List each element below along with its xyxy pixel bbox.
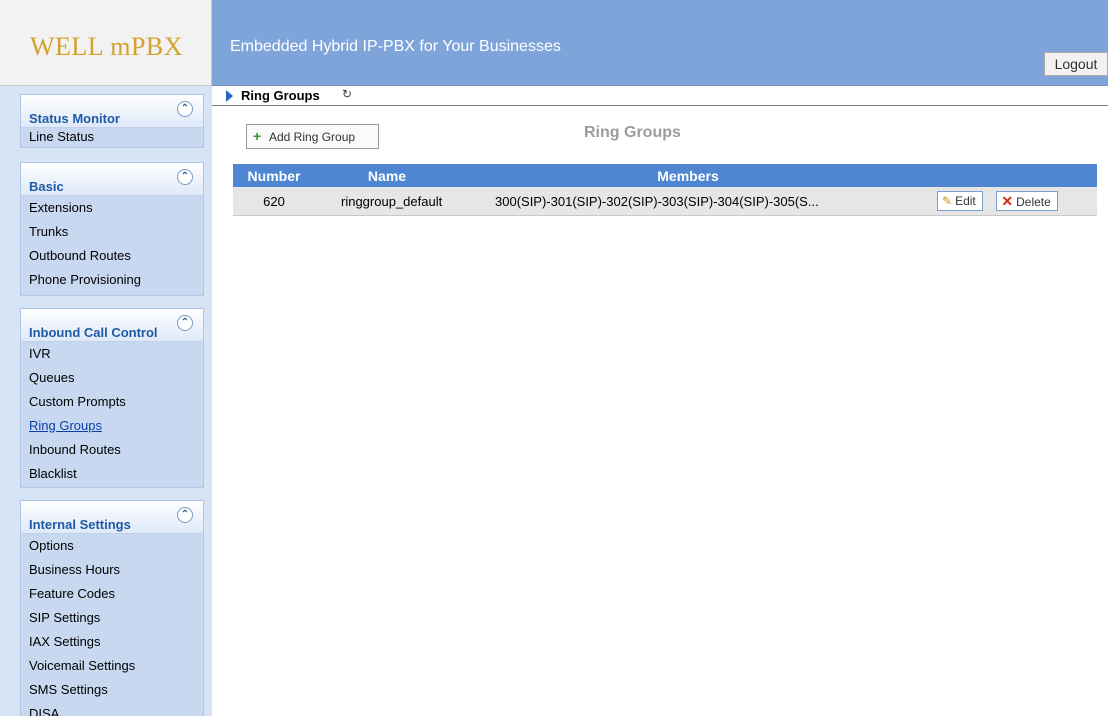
row-name: ringgroup_default — [315, 187, 459, 216]
logo-area: WELL mPBX — [0, 0, 212, 86]
panel-inbound-call-control: Inbound Call Control ⌃ IVR Queues Custom… — [20, 308, 204, 488]
add-ring-group-label: Add Ring Group — [269, 130, 356, 144]
page-title: Ring Groups — [584, 124, 681, 141]
sidebar-item-custom-prompts[interactable]: Custom Prompts — [21, 390, 203, 414]
refresh-icon[interactable]: ↻ — [342, 87, 352, 101]
delete-icon: ✕ — [1001, 193, 1014, 209]
delete-label: Delete — [1016, 195, 1051, 209]
breadcrumb-label: Ring Groups — [241, 88, 320, 103]
collapse-icon[interactable]: ⌃ — [177, 169, 193, 185]
edit-icon: ✎ — [942, 194, 953, 208]
column-header-members: Members — [459, 164, 917, 187]
sidebar-item-extensions[interactable]: Extensions — [21, 196, 203, 220]
sidebar: Status Monitor ⌃ Line Status Basic ⌃ Ext… — [0, 86, 212, 716]
logo: WELL mPBX — [30, 32, 184, 61]
row-number: 620 — [233, 187, 315, 216]
collapse-icon[interactable]: ⌃ — [177, 101, 193, 117]
sidebar-item-line-status[interactable]: Line Status — [21, 128, 203, 148]
breadcrumb: Ring Groups ↻ — [212, 86, 1108, 106]
panel-title: Status Monitor — [29, 111, 120, 126]
add-ring-group-button[interactable]: + Add Ring Group — [246, 124, 379, 149]
row-members: 300(SIP)-301(SIP)-302(SIP)-303(SIP)-304(… — [459, 187, 917, 216]
sidebar-item-options[interactable]: Options — [21, 534, 203, 558]
sidebar-item-ring-groups[interactable]: Ring Groups — [21, 414, 203, 438]
edit-label: Edit — [955, 194, 976, 208]
sidebar-item-disa[interactable]: DISA — [21, 702, 203, 716]
sidebar-item-feature-codes[interactable]: Feature Codes — [21, 582, 203, 606]
logout-button[interactable]: Logout — [1044, 52, 1108, 76]
sidebar-item-ivr[interactable]: IVR — [21, 342, 203, 366]
delete-button[interactable]: ✕ Delete — [996, 191, 1058, 211]
collapse-icon[interactable]: ⌃ — [177, 315, 193, 331]
panel-title: Inbound Call Control — [29, 325, 158, 340]
panel-status-monitor: Status Monitor ⌃ Line Status — [20, 94, 204, 148]
sidebar-item-voicemail-settings[interactable]: Voicemail Settings — [21, 654, 203, 678]
sidebar-item-inbound-routes[interactable]: Inbound Routes — [21, 438, 203, 462]
header-band: Embedded Hybrid IP-PBX for Your Business… — [212, 0, 1108, 86]
sidebar-item-phone-provisioning[interactable]: Phone Provisioning — [21, 268, 203, 292]
column-header-name: Name — [315, 164, 459, 187]
table-row: 620 ringgroup_default 300(SIP)-301(SIP)-… — [233, 187, 1097, 216]
column-header-actions — [917, 164, 1097, 187]
ring-groups-table: Number Name Members 620 ringgroup_defaul… — [233, 164, 1097, 216]
sidebar-item-sip-settings[interactable]: SIP Settings — [21, 606, 203, 630]
panel-header[interactable]: Inbound Call Control ⌃ — [21, 309, 203, 342]
sidebar-item-trunks[interactable]: Trunks — [21, 220, 203, 244]
panel-header[interactable]: Status Monitor ⌃ — [21, 95, 203, 128]
panel-title: Basic — [29, 179, 64, 194]
panel-header[interactable]: Internal Settings ⌃ — [21, 501, 203, 534]
sidebar-item-business-hours[interactable]: Business Hours — [21, 558, 203, 582]
panel-internal-settings: Internal Settings ⌃ Options Business Hou… — [20, 500, 204, 716]
table-header-row: Number Name Members — [233, 164, 1097, 187]
panel-title: Internal Settings — [29, 517, 131, 532]
sidebar-item-blacklist[interactable]: Blacklist — [21, 462, 203, 486]
sidebar-item-iax-settings[interactable]: IAX Settings — [21, 630, 203, 654]
sidebar-item-queues[interactable]: Queues — [21, 366, 203, 390]
arrow-right-icon — [226, 90, 233, 102]
sidebar-item-sms-settings[interactable]: SMS Settings — [21, 678, 203, 702]
panel-header[interactable]: Basic ⌃ — [21, 163, 203, 196]
collapse-icon[interactable]: ⌃ — [177, 507, 193, 523]
panel-basic: Basic ⌃ Extensions Trunks Outbound Route… — [20, 162, 204, 296]
column-header-number: Number — [233, 164, 315, 187]
sidebar-item-outbound-routes[interactable]: Outbound Routes — [21, 244, 203, 268]
edit-button[interactable]: ✎ Edit — [937, 191, 983, 211]
plus-icon: + — [253, 128, 262, 144]
header-tagline: Embedded Hybrid IP-PBX for Your Business… — [230, 38, 561, 55]
row-actions: ✎ Edit ✕ Delete — [917, 187, 1097, 216]
